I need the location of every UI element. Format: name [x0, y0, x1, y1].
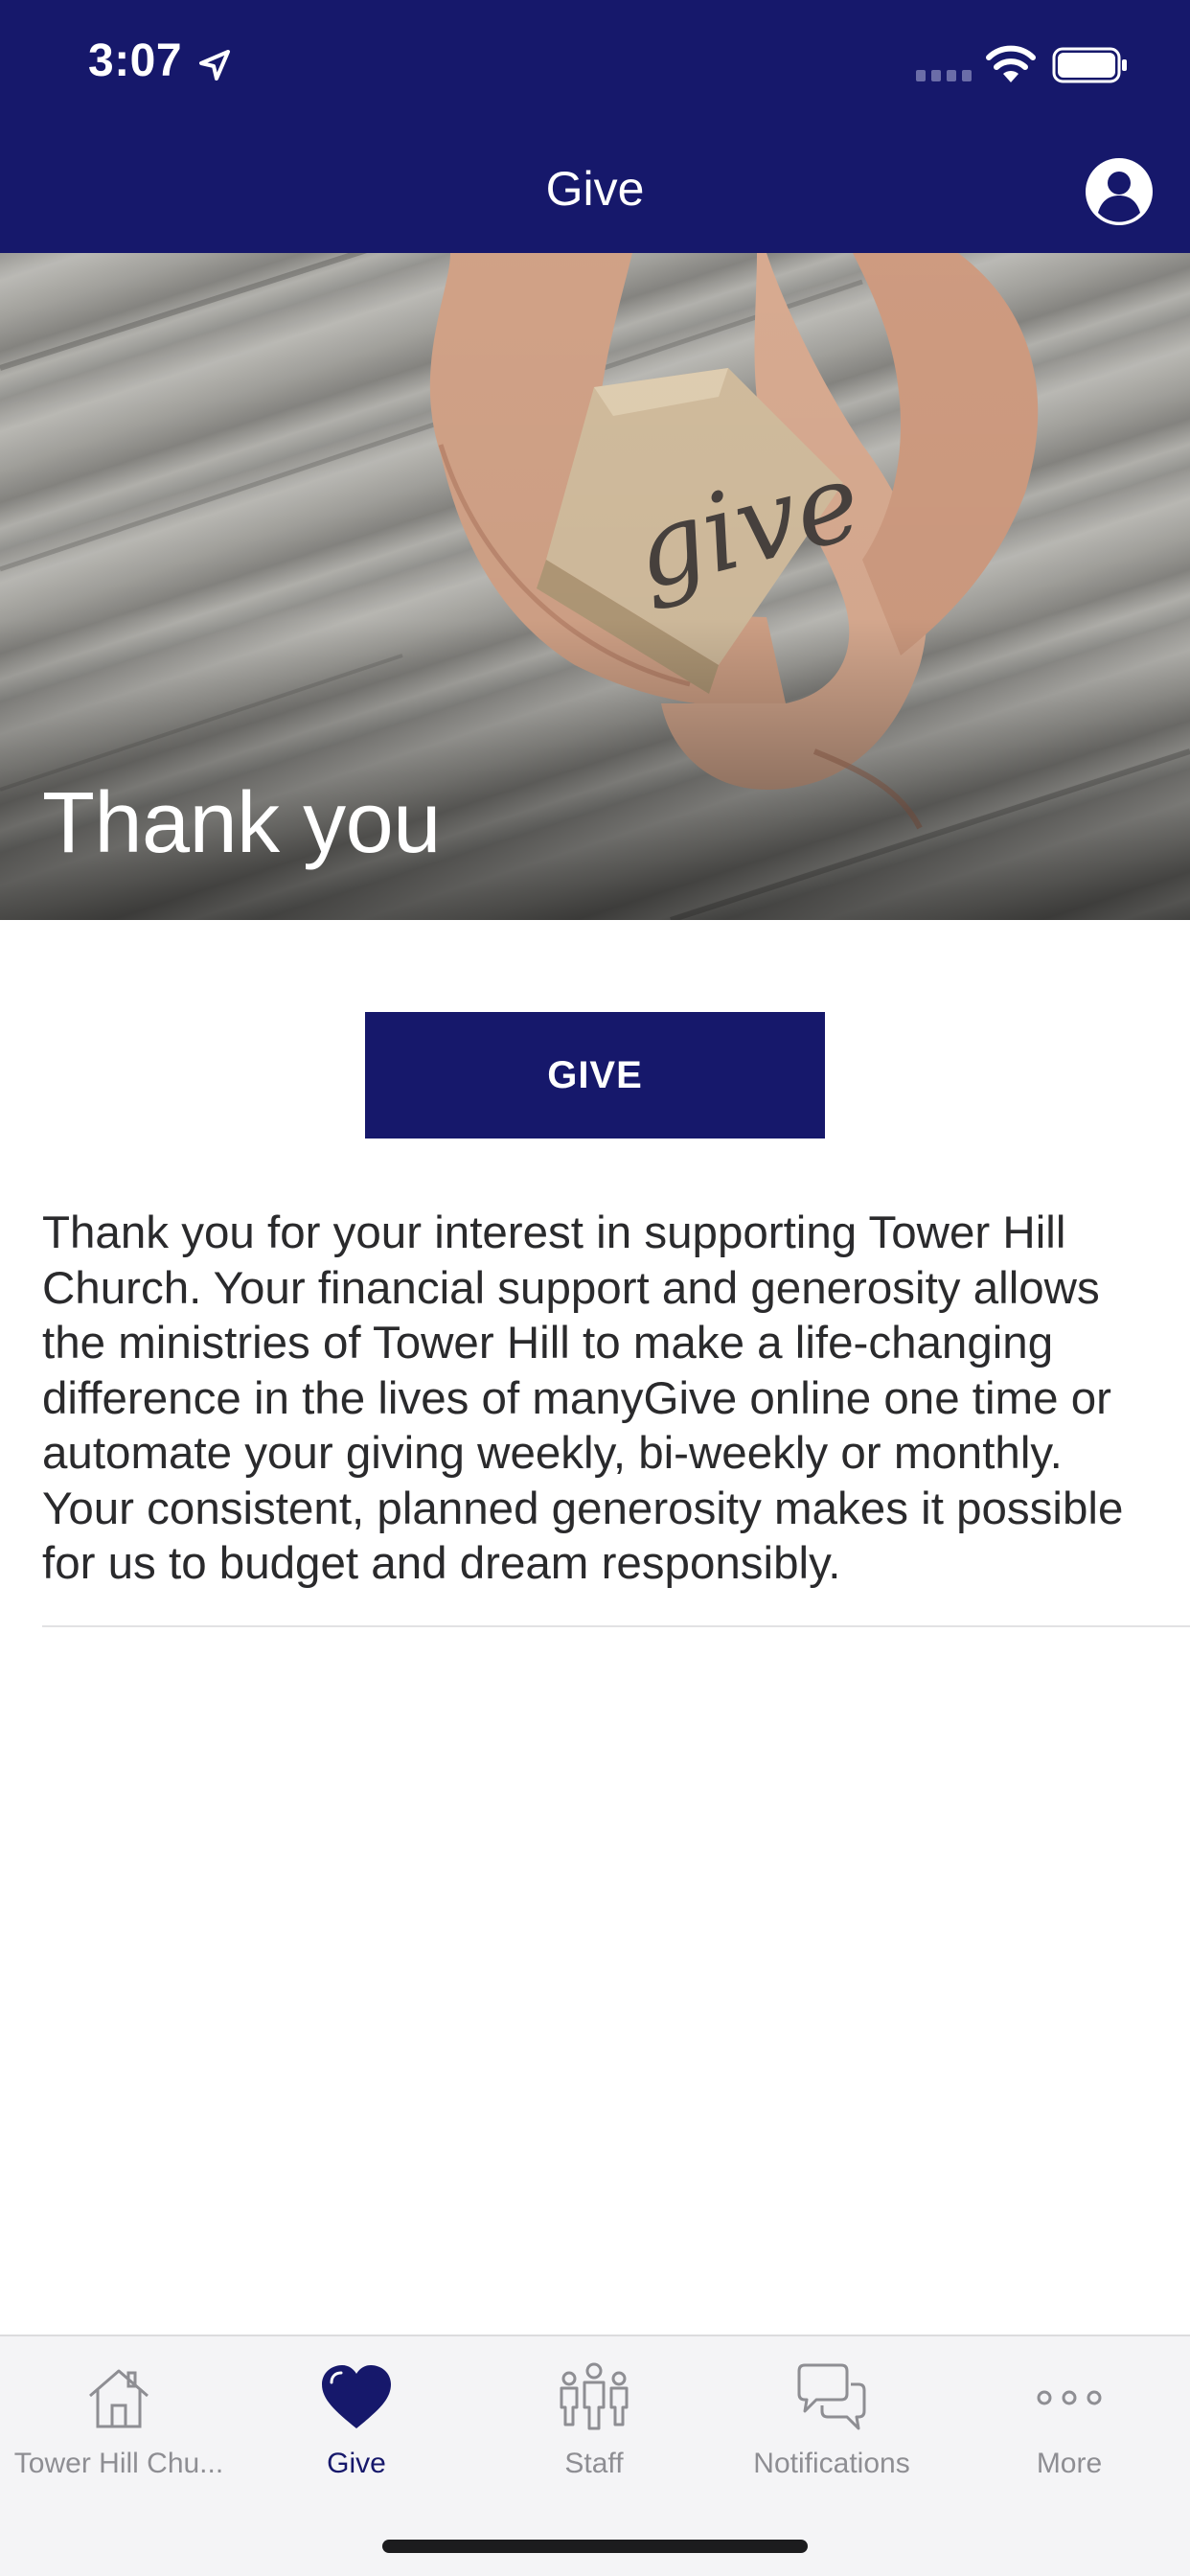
tab-more[interactable]: More — [950, 2354, 1188, 2497]
home-indicator — [382, 2540, 808, 2553]
tab-label: Notifications — [753, 2448, 910, 2479]
content-divider — [42, 1625, 1190, 1627]
tab-give[interactable]: Give — [238, 2354, 475, 2497]
tab-tower-hill-church[interactable]: Tower Hill Chu... — [0, 2354, 238, 2497]
tab-label: Give — [327, 2448, 386, 2479]
tab-label: More — [1036, 2448, 1103, 2479]
give-description: Thank you for your interest in supportin… — [42, 1208, 1124, 1589]
profile-button[interactable] — [1085, 157, 1154, 226]
wifi-icon — [986, 45, 1036, 82]
more-dots-icon — [1037, 2390, 1102, 2405]
give-button[interactable]: GIVE — [365, 1012, 825, 1138]
tab-label: Staff — [564, 2448, 624, 2479]
heart-icon — [322, 2365, 391, 2428]
hero-title: Thank you — [42, 775, 441, 871]
give-button-label: GIVE — [547, 1053, 643, 1096]
header: 3:07 Give — [0, 0, 1190, 253]
nav-title: Give — [545, 162, 645, 216]
cellular-signal-icon — [916, 70, 972, 81]
person-circle-icon — [1086, 158, 1153, 225]
tab-staff[interactable]: Staff — [475, 2354, 713, 2497]
people-icon — [560, 2362, 629, 2430]
home-icon — [89, 2369, 149, 2428]
status-time: 3:07 — [88, 35, 183, 86]
tab-notifications[interactable]: Notifications — [713, 2354, 950, 2497]
location-arrow-icon — [199, 50, 230, 80]
battery-icon — [1052, 47, 1127, 83]
tab-label: Tower Hill Chu... — [13, 2448, 224, 2479]
chat-bubbles-icon — [797, 2363, 866, 2430]
